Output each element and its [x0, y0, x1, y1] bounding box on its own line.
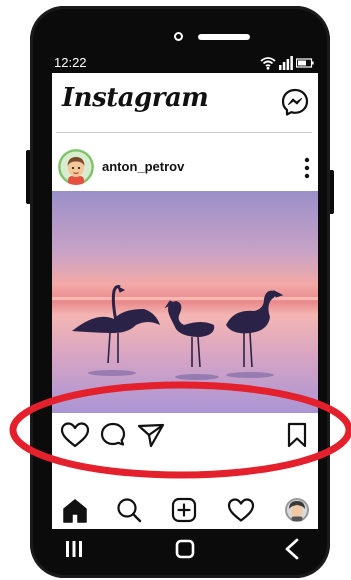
comment-button[interactable] — [98, 421, 128, 449]
status-icons — [260, 55, 314, 71]
nav-home[interactable] — [60, 495, 90, 525]
post-actions — [52, 415, 318, 455]
vertical-ellipsis-icon — [304, 157, 310, 179]
back-icon — [285, 538, 299, 560]
nav-activity[interactable] — [226, 495, 256, 525]
messenger-button[interactable] — [280, 87, 310, 117]
post-username[interactable]: anton_petrov — [102, 159, 184, 174]
profile-avatar — [285, 498, 309, 522]
like-button[interactable] — [60, 421, 90, 449]
status-time: 12:22 — [54, 55, 87, 70]
more-options-button[interactable] — [302, 157, 312, 179]
signal-icon — [279, 56, 293, 70]
recent-apps-icon — [66, 541, 82, 557]
search-icon — [117, 498, 142, 523]
activity-heart-icon — [227, 498, 255, 522]
bookmark-icon — [287, 422, 307, 448]
stage: 12:22 Instagram anton_petrov — [0, 0, 351, 580]
earpiece-speaker — [198, 34, 250, 40]
home-button-icon — [175, 539, 195, 559]
back-button[interactable] — [280, 537, 304, 561]
home-system-button[interactable] — [173, 537, 197, 561]
save-button[interactable] — [284, 421, 310, 449]
add-post-icon — [171, 497, 197, 523]
status-bar: 12:22 — [52, 53, 318, 73]
send-icon — [137, 423, 165, 448]
front-camera — [174, 32, 183, 41]
share-button[interactable] — [136, 421, 166, 449]
post-image[interactable] — [52, 191, 318, 413]
post-header: anton_petrov — [52, 145, 318, 189]
instagram-logo[interactable]: Instagram — [62, 83, 209, 113]
comment-icon — [100, 422, 126, 446]
header-divider — [56, 132, 312, 133]
flamingo-sunset-illustration — [52, 191, 318, 413]
recent-apps-button[interactable] — [62, 537, 86, 561]
heart-icon — [60, 422, 90, 448]
phone-screen: 12:22 Instagram anton_petrov — [52, 53, 318, 529]
battery-icon — [296, 58, 314, 68]
avatar-illustration — [58, 149, 94, 185]
nav-create[interactable] — [169, 495, 199, 525]
nav-search[interactable] — [114, 495, 144, 525]
wifi-icon — [260, 57, 276, 70]
bottom-navigation — [52, 491, 318, 529]
app-header: Instagram — [52, 73, 318, 133]
home-icon — [63, 499, 87, 523]
nav-profile[interactable] — [282, 495, 312, 525]
post-author-avatar[interactable] — [58, 149, 94, 185]
system-navigation-bar — [52, 529, 318, 569]
messenger-icon — [281, 88, 309, 116]
